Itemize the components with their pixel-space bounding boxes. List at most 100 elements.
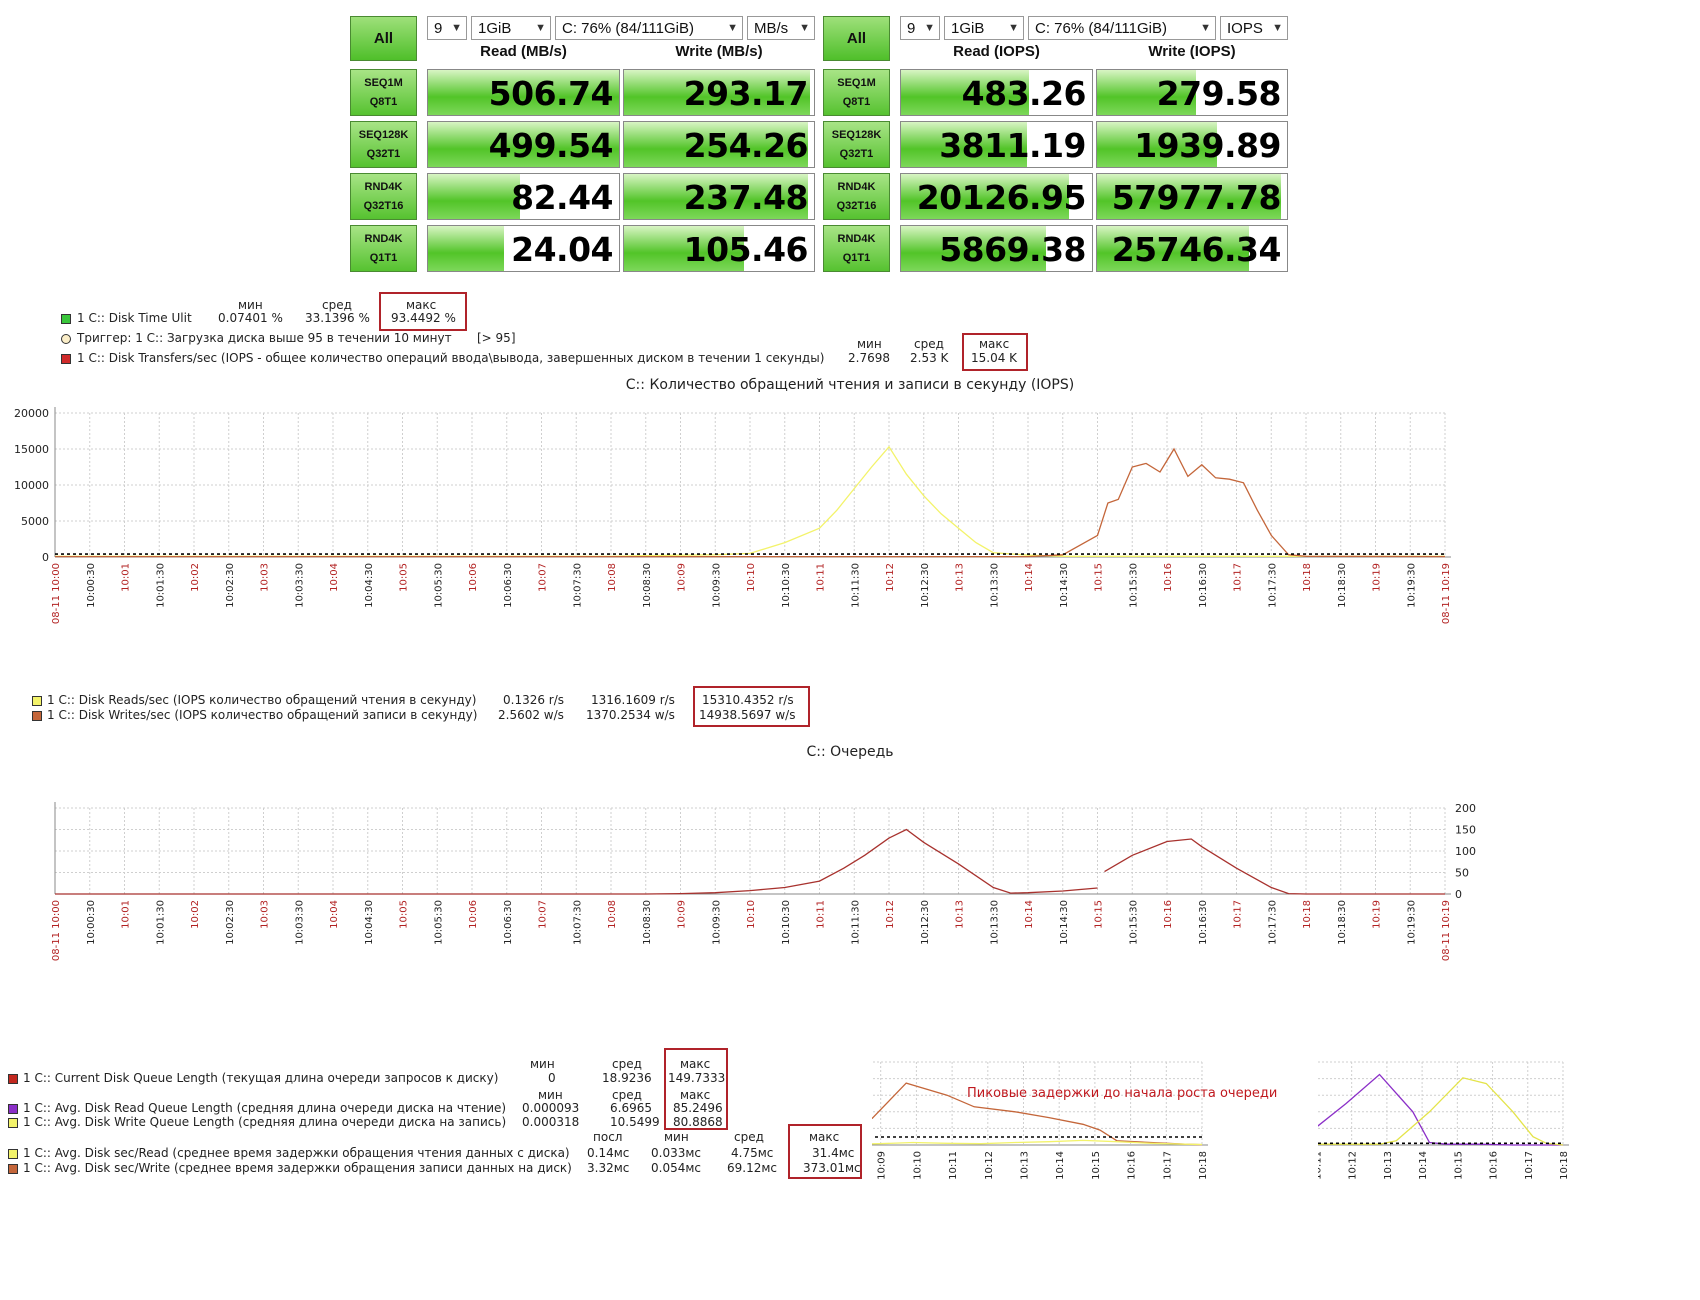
read-result-cell: 499.54 bbox=[427, 121, 620, 168]
x-tick-label: 10:09:30 bbox=[711, 563, 722, 608]
legend-sec-write-last: 3.32мс bbox=[587, 1161, 630, 1175]
read-result-cell: 82.44 bbox=[427, 173, 620, 220]
drive-select[interactable]: C: 76% (84/111GiB) ▼ bbox=[555, 16, 743, 40]
test-name: RND4K bbox=[837, 180, 876, 193]
count-select[interactable]: 9 ▼ bbox=[900, 16, 940, 40]
count-select[interactable]: 9 ▼ bbox=[427, 16, 467, 40]
legend-min-disk-time: 0.07401 % bbox=[218, 311, 283, 325]
legend-writes-min: 2.5602 w/s bbox=[498, 708, 564, 722]
legend-avg-transfers: 2.53 K bbox=[910, 351, 949, 365]
x-tick-label: 10:18:30 bbox=[1337, 900, 1348, 945]
size-select[interactable]: 1GiB ▼ bbox=[944, 16, 1024, 40]
unit-select[interactable]: MB/s ▼ bbox=[747, 16, 815, 40]
x-tick-label: 10:16 bbox=[1127, 1151, 1138, 1180]
x-tick-label: 10:01 bbox=[121, 900, 132, 929]
x-tick-label: 10:10 bbox=[746, 563, 757, 592]
legend-cur-queue-avg: 18.9236 bbox=[602, 1071, 652, 1085]
x-tick-label: 10:04:30 bbox=[364, 563, 375, 608]
read-result-cell: 506.74 bbox=[427, 69, 620, 116]
test-label[interactable]: RND4K Q32T16 bbox=[823, 173, 890, 220]
legend-swatch-write-queue bbox=[8, 1118, 18, 1128]
legend-min-transfers: 2.7698 bbox=[848, 351, 890, 365]
x-tick-label: 10:06:30 bbox=[503, 900, 514, 945]
x-tick-label: 10:03 bbox=[260, 900, 271, 929]
write-result-cell: 57977.78 bbox=[1096, 173, 1288, 220]
x-tick-label: 10:17 bbox=[1162, 1151, 1173, 1180]
legend-label-reads: 1 C:: Disk Reads/sec (IOPS количество об… bbox=[47, 693, 477, 707]
latency-chart: 500мс400мс300мс200мс100мс008-11 10:0810:… bbox=[872, 1061, 1277, 1180]
legend-label-cur-queue: 1 C:: Current Disk Queue Length (текущая… bbox=[23, 1071, 499, 1085]
test-label[interactable]: SEQ1M Q8T1 bbox=[350, 69, 417, 116]
legend-cur-queue-min: 0 bbox=[548, 1071, 556, 1085]
x-tick-label: 10:03:30 bbox=[294, 900, 305, 945]
size-select[interactable]: 1GiB ▼ bbox=[471, 16, 551, 40]
x-tick-label: 10:02:30 bbox=[225, 563, 236, 608]
x-tick-label: 10:05 bbox=[399, 900, 410, 929]
write-result-cell: 254.26 bbox=[623, 121, 815, 168]
x-tick-label: 10:16:30 bbox=[1198, 900, 1209, 945]
x-tick-label: 10:11 bbox=[948, 1151, 959, 1180]
drive-value: C: 76% (84/111GiB) bbox=[1035, 19, 1168, 37]
x-tick-label: 10:02 bbox=[190, 563, 201, 592]
test-label[interactable]: RND4K Q32T16 bbox=[350, 173, 417, 220]
test-label[interactable]: RND4K Q1T1 bbox=[823, 225, 890, 272]
iops-chart: 20000 15000 10000 5000 008-11 10:00 10:00:30 1… bbox=[14, 407, 1452, 624]
test-params: Q1T1 bbox=[842, 251, 871, 264]
x-tick-label: 10:06:30 bbox=[503, 563, 514, 608]
test-params: Q1T1 bbox=[369, 251, 398, 264]
read-result-cell: 5869.38 bbox=[900, 225, 1093, 272]
x-tick-label: 10:10:30 bbox=[781, 563, 792, 608]
legend-sec-write-avg: 69.12мс bbox=[727, 1161, 778, 1175]
x-tick-label: 10:12:30 bbox=[920, 563, 931, 608]
test-label[interactable]: SEQ128K Q32T1 bbox=[823, 121, 890, 168]
y-tick-label: 5000 bbox=[21, 515, 49, 528]
test-name: SEQ1M bbox=[837, 76, 876, 89]
legend-reads-min: 0.1326 r/s bbox=[503, 693, 565, 707]
legend3-header-avg-3: сред bbox=[734, 1130, 764, 1144]
legend-label-write-queue: 1 C:: Avg. Disk Write Queue Length (сред… bbox=[23, 1115, 507, 1129]
all-button[interactable]: All bbox=[350, 16, 417, 61]
x-tick-label: 10:19:30 bbox=[1406, 563, 1417, 608]
x-tick-label: 10:07 bbox=[538, 900, 549, 929]
x-tick-label: 10:02:30 bbox=[225, 900, 236, 945]
legend-sec-read-last: 0.14мс bbox=[587, 1146, 630, 1160]
legend-sec-write-min: 0.054мс bbox=[651, 1161, 702, 1175]
y-tick-label: 20000 bbox=[14, 407, 49, 420]
x-tick-label: 10:14:30 bbox=[1059, 900, 1070, 945]
all-button[interactable]: All bbox=[823, 16, 890, 61]
test-params: Q32T1 bbox=[839, 147, 874, 160]
legend1-header-avg-2: сред bbox=[914, 337, 944, 351]
x-tick-label: 10:14 bbox=[1024, 900, 1035, 929]
test-label[interactable]: SEQ128K Q32T1 bbox=[350, 121, 417, 168]
test-label[interactable]: SEQ1M Q8T1 bbox=[823, 69, 890, 116]
x-tick-label: 10:06 bbox=[468, 563, 479, 592]
unit-select[interactable]: IOPS ▼ bbox=[1220, 16, 1288, 40]
test-label[interactable]: RND4K Q1T1 bbox=[350, 225, 417, 272]
write-result-value: 254.26 bbox=[683, 126, 809, 165]
read-result-cell: 24.04 bbox=[427, 225, 620, 272]
x-tick-label: 10:17 bbox=[1524, 1151, 1535, 1180]
x-tick-label: 10:18:30 bbox=[1337, 563, 1348, 608]
series-line bbox=[1318, 1073, 1563, 1146]
x-tick-label: 10:16 bbox=[1489, 1151, 1500, 1180]
y-tick-label: 15000 bbox=[14, 443, 49, 456]
x-tick-label: 10:01:30 bbox=[155, 563, 166, 608]
legend-swatch-read-queue bbox=[8, 1104, 18, 1114]
legend1-header-avg: сред bbox=[322, 298, 352, 312]
size-value: 1GiB bbox=[478, 19, 512, 37]
drive-select[interactable]: C: 76% (84/111GiB) ▼ bbox=[1028, 16, 1216, 40]
write-result-value: 57977.78 bbox=[1111, 178, 1282, 217]
x-tick-label: 10:01:30 bbox=[155, 900, 166, 945]
x-tick-label: 10:16:30 bbox=[1198, 563, 1209, 608]
count-value: 9 bbox=[434, 19, 443, 37]
highlight-box bbox=[693, 686, 810, 727]
legend-swatch-trigger bbox=[61, 334, 71, 344]
legend-swatch-disk-time bbox=[61, 314, 71, 324]
x-tick-label: 10:18 bbox=[1302, 900, 1313, 929]
legend-swatch-sec-write bbox=[8, 1164, 18, 1174]
x-tick-label: 10:12 bbox=[984, 1151, 995, 1180]
legend-label-sec-read: 1 C:: Avg. Disk sec/Read (среднее время … bbox=[23, 1146, 570, 1160]
x-tick-label: 10:18 bbox=[1198, 1151, 1209, 1180]
legend-label-writes: 1 C:: Disk Writes/sec (IOPS количество о… bbox=[47, 708, 478, 722]
legend3-header-avg-2: сред bbox=[612, 1088, 642, 1102]
